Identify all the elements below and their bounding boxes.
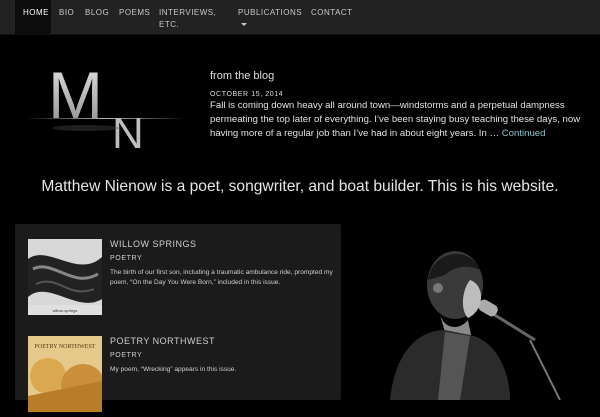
blog-section-heading: from the blog [210,70,275,82]
chevron-down-icon [241,23,247,27]
nav-poems-label: Poems [119,8,151,17]
willow-springs-cover-image[interactable]: willow springs [28,239,102,315]
nav-contact[interactable]: Contact [304,0,352,34]
nav-poems[interactable]: Poems [112,0,152,34]
publication-description: My poem, “Wrecking” appears in this issu… [110,366,237,373]
nav-home-label: Home [23,8,49,17]
post-excerpt: Fall is coming down heavy all around tow… [210,99,585,141]
publication-description: The birth of our first son, including a … [110,269,333,286]
publication-category: POETRY [110,255,143,262]
author-photo [360,230,600,401]
post-date: OCTOBER 15, 2014 [210,91,284,98]
nav-publications-label: Publications [238,8,303,17]
site-tagline: Matthew Nienow is a poet, songwriter, an… [41,178,559,195]
nav-bio-label: Bio [59,8,75,17]
nav-blog-label: Blog [85,8,110,17]
nav-contact-label: Contact [311,8,353,17]
svg-text:M: M [48,58,103,132]
nav-interviews[interactable]: Interviews, etc. [152,0,222,34]
svg-text:POETRY NORTHWEST: POETRY NORTHWEST [35,344,96,350]
site-logo[interactable]: M N [26,58,186,158]
nav-home[interactable]: Home [15,0,51,34]
publication-title[interactable]: WILLOW SPRINGS [110,239,197,249]
top-navbar: Home Bio Blog Poems Interviews, etc. Pub… [0,0,600,35]
poetry-northwest-cover-image[interactable]: POETRY NORTHWEST [28,336,105,412]
svg-text:N: N [112,109,144,153]
mn-monogram-logo-icon: M N [26,58,186,158]
nav-interviews-label: Interviews, etc. [159,8,217,29]
continue-link[interactable]: Continued [502,128,546,139]
publication-title[interactable]: POETRY NORTHWEST [110,336,215,346]
nav-publications[interactable]: Publications [231,0,303,34]
nav-blog[interactable]: Blog [78,0,110,34]
svg-text:willow springs: willow springs [53,308,78,313]
publications-panel: willow springs WILLOW SPRINGS POETRY The… [15,224,341,412]
nav-bio[interactable]: Bio [52,0,78,34]
publication-category: POETRY [110,352,143,359]
